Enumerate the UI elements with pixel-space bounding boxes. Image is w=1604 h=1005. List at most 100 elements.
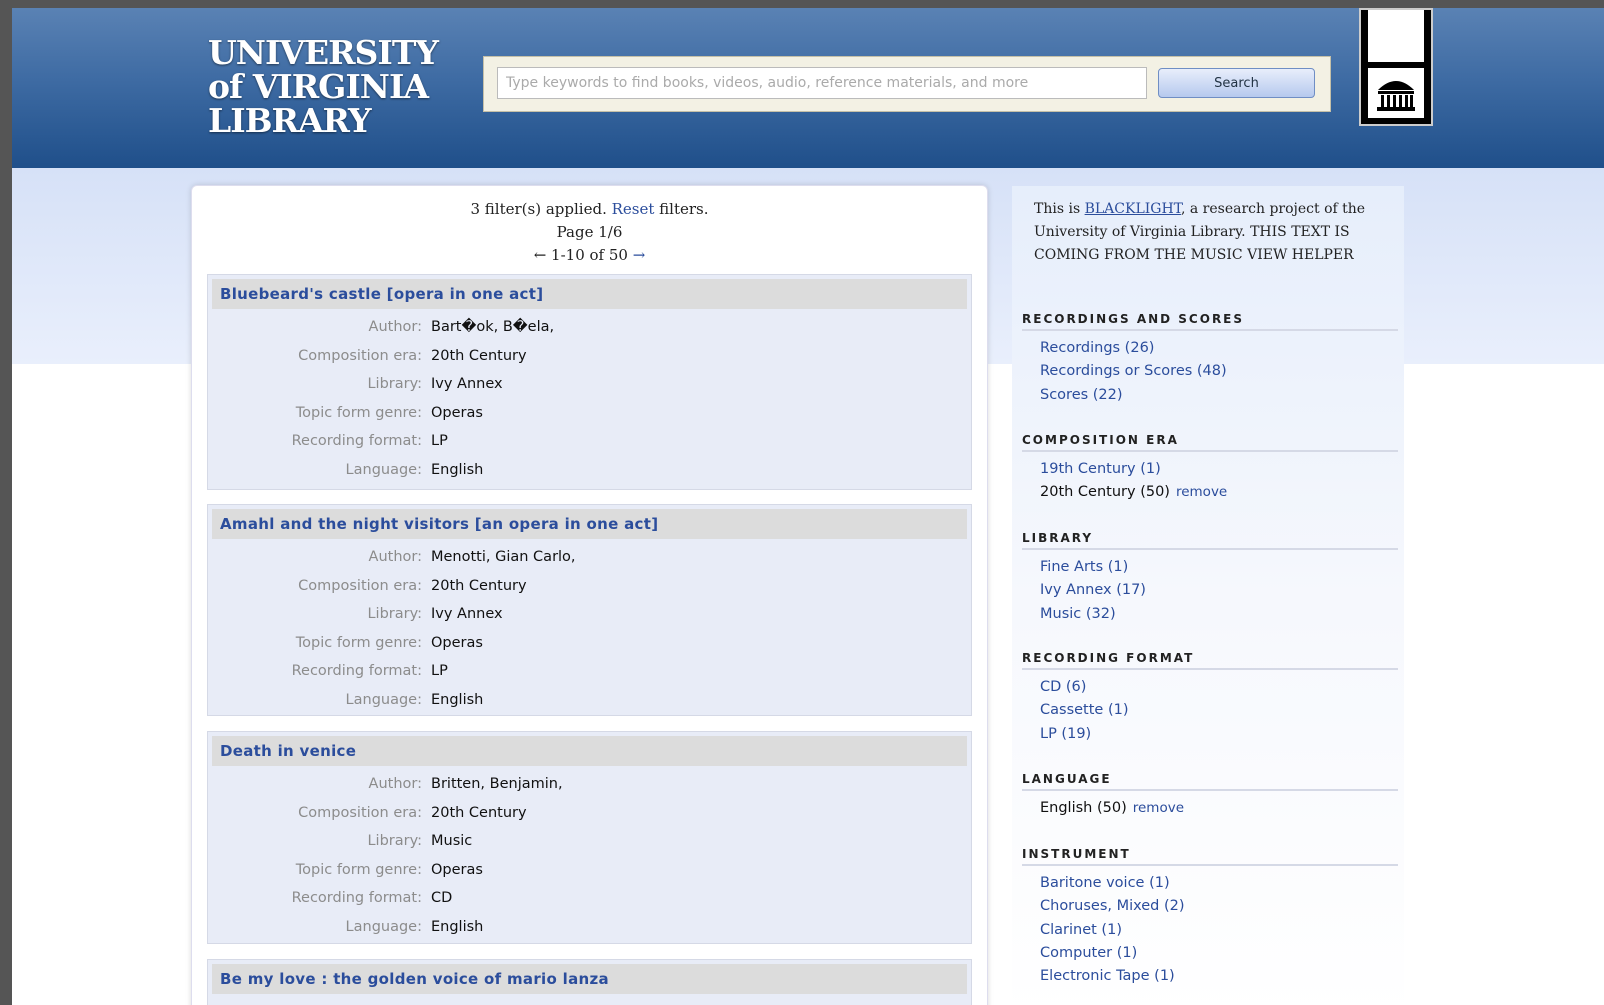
record-title-link[interactable]: Amahl and the night visitors [an opera i… <box>212 509 967 539</box>
field-label: Composition era: <box>298 577 422 594</box>
record-field: Library: Ivy Annex <box>208 600 971 629</box>
record-title-link[interactable]: Bluebeard's castle [opera in one act] <box>212 279 967 309</box>
facet-item: LP (19) <box>1022 723 1398 746</box>
facet-item: Choruses, Mixed (2) <box>1022 895 1398 918</box>
facet-recording-format: RECORDING FORMAT CD (6) Cassette (1) LP … <box>1022 651 1398 746</box>
search-input[interactable] <box>497 67 1147 99</box>
facet-link[interactable]: Music (32) <box>1040 606 1116 622</box>
facet-item-selected: 20th Century (50) remove <box>1022 481 1398 504</box>
facet-language: LANGUAGE English (50) remove <box>1022 772 1398 820</box>
record-field: Language: English <box>208 456 971 485</box>
result-record: Be my love : the golden voice of mario l… <box>207 959 972 1005</box>
result-record: Bluebeard's castle [opera in one act] Au… <box>207 274 972 490</box>
field-label: Language: <box>345 461 422 478</box>
selected-facet-label: English (50) <box>1040 800 1127 816</box>
record-field: Language: English <box>208 913 971 942</box>
field-value: LP <box>431 433 448 449</box>
facet-item: Cassette (1) <box>1022 699 1398 722</box>
field-label: Language: <box>345 918 422 935</box>
pagination: ← 1-10 of 50 → <box>192 244 987 267</box>
filter-status: 3 filter(s) applied. Reset filters. <box>192 198 987 221</box>
facet-link[interactable]: LP (19) <box>1040 726 1091 742</box>
facet-link[interactable]: 19th Century (1) <box>1040 461 1161 477</box>
record-title-link[interactable]: Be my love : the golden voice of mario l… <box>212 964 967 994</box>
facet-link[interactable]: Electronic Tape (1) <box>1040 968 1175 984</box>
facet-item: 19th Century (1) <box>1022 458 1398 481</box>
rotunda-icon <box>1368 68 1424 118</box>
facet-link[interactable]: Clarinet (1) <box>1040 922 1122 938</box>
facet-item: Computer (1) <box>1022 942 1398 965</box>
result-range: 1-10 of 50 <box>551 246 628 264</box>
field-label: Author: <box>368 776 422 792</box>
remove-filter-link[interactable]: remove <box>1176 484 1227 500</box>
field-label: Topic form genre: <box>295 404 422 421</box>
field-value: English <box>431 691 484 708</box>
rotunda-emblem[interactable] <box>1359 8 1433 126</box>
field-value: Operas <box>431 404 483 421</box>
prev-arrow-icon[interactable]: ← <box>534 246 547 264</box>
page-indicator: Page 1/6 <box>556 223 623 241</box>
facet-link[interactable]: Baritone voice (1) <box>1040 875 1170 891</box>
record-field: Recording format: LP <box>208 427 971 456</box>
facet-link[interactable]: Recordings or Scores (48) <box>1040 363 1227 379</box>
facet-heading: COMPOSITION ERA <box>1022 433 1398 452</box>
facet-link[interactable]: Fine Arts (1) <box>1040 559 1128 575</box>
facet-link[interactable]: Choruses, Mixed (2) <box>1040 898 1185 914</box>
logo-line-2: of VIRGINIA <box>208 67 429 106</box>
field-value: Ivy Annex <box>431 376 503 392</box>
facet-recordings-and-scores: RECORDINGS AND SCORES Recordings (26) Re… <box>1022 312 1398 407</box>
field-value: Menotti, Gian Carlo, <box>431 549 576 565</box>
facet-composition-era: COMPOSITION ERA 19th Century (1) 20th Ce… <box>1022 433 1398 505</box>
record-field: Topic form genre: Operas <box>208 856 971 885</box>
reset-filters-link[interactable]: Reset <box>612 200 655 218</box>
field-label: Library: <box>367 833 422 849</box>
facet-link[interactable]: Scores (22) <box>1040 387 1123 403</box>
logo-line-1: UNIVERSITY <box>208 33 439 72</box>
selected-facet-label: 20th Century (50) <box>1040 484 1170 501</box>
filter-suffix-text: filters. <box>654 200 709 218</box>
facet-link[interactable]: Computer (1) <box>1040 945 1137 961</box>
record-field: Composition era: 20th Century <box>208 799 971 828</box>
record-field: Composition era: 20th Century <box>208 342 971 371</box>
facet-link[interactable]: Ivy Annex (17) <box>1040 582 1146 598</box>
facet-link[interactable]: Recordings (26) <box>1040 340 1154 356</box>
search-button[interactable]: Search <box>1158 68 1315 98</box>
facet-item: Ivy Annex (17) <box>1022 579 1398 602</box>
facet-link[interactable]: CD (6) <box>1040 679 1086 695</box>
record-field: Recording format: CD <box>208 884 971 913</box>
facet-instrument: INSTRUMENT Baritone voice (1) Choruses, … <box>1022 847 1398 988</box>
next-arrow-icon[interactable]: → <box>633 246 646 264</box>
result-record: Amahl and the night visitors [an opera i… <box>207 504 972 716</box>
field-label: Composition era: <box>298 347 422 364</box>
record-field: Recording format: LP <box>208 657 971 686</box>
facet-link[interactable]: Cassette (1) <box>1040 702 1128 718</box>
blacklight-link[interactable]: BLACKLIGHT <box>1085 201 1181 217</box>
record-field: Topic form genre: Operas <box>208 629 971 658</box>
facet-heading: LANGUAGE <box>1022 772 1398 791</box>
filter-count-text: 3 filter(s) applied. <box>470 200 612 218</box>
field-value: Operas <box>431 634 483 651</box>
result-record: Death in venice Author: Britten, Benjamin… <box>207 731 972 944</box>
library-logo[interactable]: UNIVERSITY of VIRGINIA LIBRARY <box>208 36 448 140</box>
field-label: Library: <box>367 376 422 392</box>
field-label: Topic form genre: <box>295 634 422 651</box>
browser-viewport: UNIVERSITY of VIRGINIA LIBRARY Search <box>12 8 1604 1005</box>
facet-heading: INSTRUMENT <box>1022 847 1398 866</box>
field-value: Music <box>431 833 473 849</box>
remove-filter-link[interactable]: remove <box>1133 800 1184 816</box>
results-summary: 3 filter(s) applied. Reset filters. Page… <box>192 198 987 267</box>
field-value: Operas <box>431 861 483 878</box>
field-label: Library: <box>367 606 422 622</box>
record-field: Topic form genre: Operas <box>208 399 971 428</box>
field-value: CD <box>431 890 453 906</box>
field-value: 20th Century <box>431 347 527 364</box>
facet-item: CD (6) <box>1022 676 1398 699</box>
field-label: Author: <box>368 549 422 565</box>
field-value: English <box>431 461 484 478</box>
record-title-link[interactable]: Death in venice <box>212 736 967 766</box>
record-field: Author: Menotti, Gian Carlo, <box>208 543 971 572</box>
field-value: Britten, Benjamin, <box>431 776 563 792</box>
facet-library: LIBRARY Fine Arts (1) Ivy Annex (17) Mus… <box>1022 531 1398 626</box>
header-banner: UNIVERSITY of VIRGINIA LIBRARY Search <box>12 8 1604 168</box>
field-value: 20th Century <box>431 577 527 594</box>
